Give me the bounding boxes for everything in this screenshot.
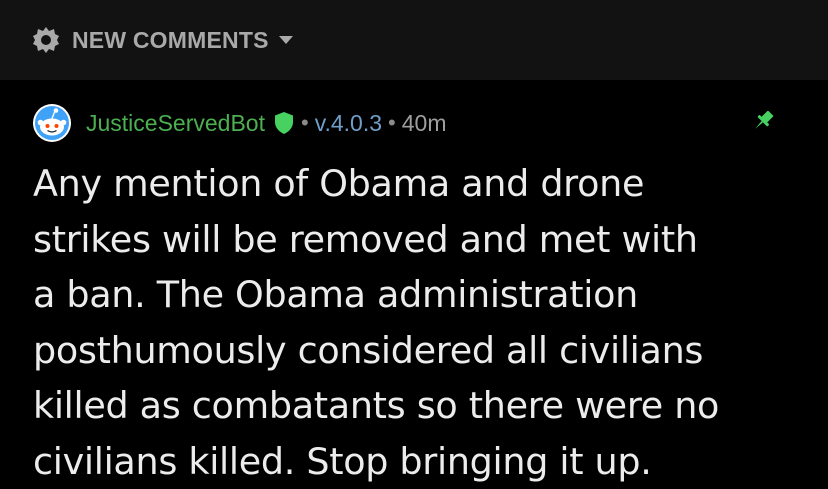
comment-body-line: civilians killed. Stop bringing it up. <box>33 439 652 483</box>
user-flair: v.4.0.3 <box>314 109 383 136</box>
comment-meta: JusticeServedBot • v.4.0.3 • 40m <box>32 102 446 144</box>
snoo-bot-avatar-icon[interactable] <box>32 103 72 143</box>
comment-age: 40m <box>401 109 447 136</box>
comments-sort-bar: NEW COMMENTS <box>0 0 828 80</box>
comment-author[interactable]: JusticeServedBot <box>86 110 265 137</box>
comment-body-line: strikes will be removed and met with <box>33 217 698 261</box>
sort-dropdown[interactable]: NEW COMMENTS <box>32 24 294 56</box>
comment-body-line: a ban. The Obama administration <box>33 273 638 316</box>
comment-body-line: posthumously considered all civilians <box>33 328 704 372</box>
comment-body-line: Any mention of Obama and drone <box>33 162 645 205</box>
gear-badge-icon <box>33 27 59 53</box>
meta-separator: • <box>388 110 396 135</box>
comment-body-line: killed as combatants so there were no <box>33 384 720 427</box>
comment-body: Any mention of Obama and drone strikes w… <box>33 156 823 489</box>
shield-icon <box>274 112 293 134</box>
meta-separator: • <box>300 110 309 135</box>
sort-label: NEW COMMENTS <box>72 26 269 53</box>
pin-icon <box>755 110 774 129</box>
chevron-down-icon <box>278 36 293 44</box>
section-divider <box>0 80 828 92</box>
comment: JusticeServedBot • v.4.0.3 • 40m Any men… <box>0 92 828 489</box>
